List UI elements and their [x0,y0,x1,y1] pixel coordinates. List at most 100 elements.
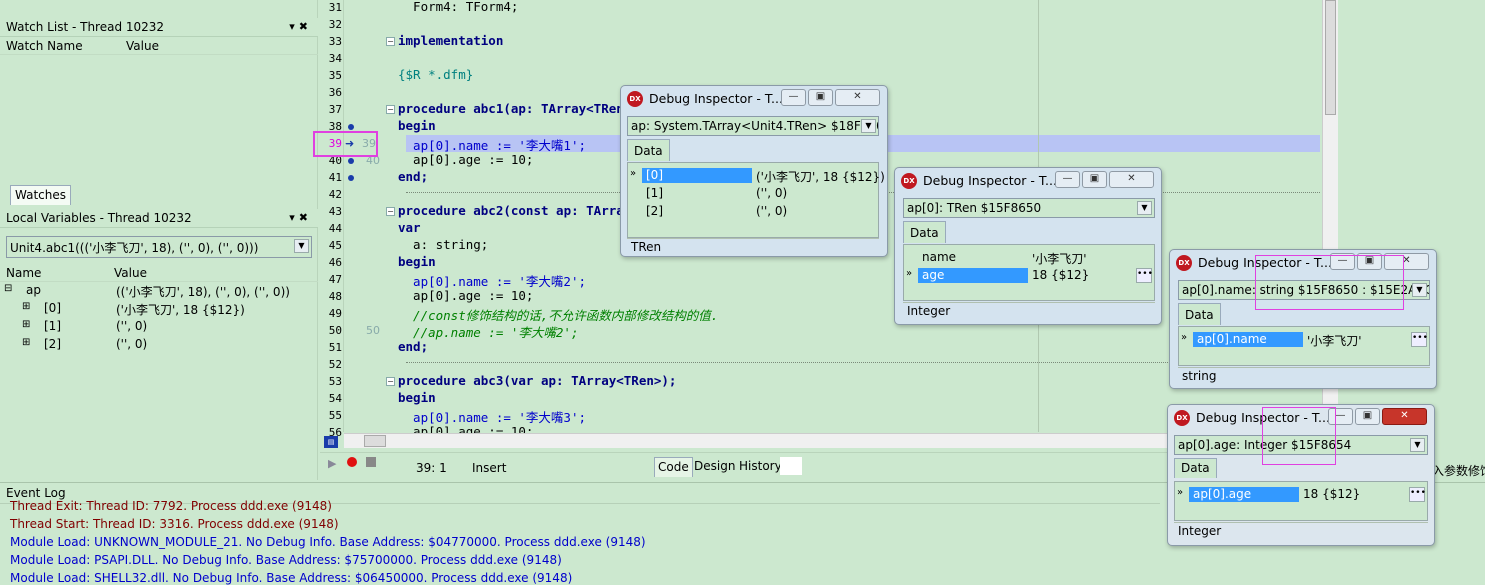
locals-row[interactable]: ⊟ ap (('小李飞刀', 18), ('', 0), ('', 0)) [0,282,318,300]
table-row[interactable]: » age 18 {$12} ••• [904,267,1154,284]
close-icon[interactable]: ▾✖ [289,211,312,224]
minimize-button[interactable]: — [1055,171,1080,188]
maximize-button[interactable]: ▣ [1082,171,1107,188]
breakpoint-dot-icon[interactable] [348,124,354,130]
locals-frame-select[interactable]: Unit4.abc1((('小李飞刀', 18), ('', 0), ('', … [6,236,312,258]
tab-data[interactable]: Data [1178,303,1221,325]
expand-icon[interactable]: ⊞ [22,337,30,348]
tab-data[interactable]: Data [627,139,670,161]
table-row[interactable]: » [0] ('小李飞刀', 18 {$12}) [628,167,885,184]
inspector-grid[interactable]: name '小李飞刀' » age 18 {$12} ••• [903,244,1155,301]
tab-data[interactable]: Data [903,221,946,243]
tab-design[interactable]: Design [694,459,735,473]
fold-toggle-icon[interactable]: − [386,377,395,386]
code-line[interactable]: begin [398,254,436,269]
fold-toggle-icon[interactable]: − [386,207,395,216]
row-key: [0] [642,168,752,183]
breakpoint-dot-icon[interactable] [348,175,354,181]
log-line: Module Load: PSAPI.DLL. No Debug Info. B… [10,553,562,567]
code-line[interactable]: end; [398,339,428,354]
collapse-icon[interactable]: ⊟ [4,283,12,294]
tab-code[interactable]: Code [654,457,693,477]
tab-data[interactable]: Data [1174,458,1217,478]
play-icon[interactable]: ▶ [328,457,336,470]
chevron-down-icon[interactable]: ▼ [1137,201,1152,215]
watch-col-header: Watch Name Value [0,38,318,55]
fold-toggle-icon[interactable]: − [386,37,395,46]
log-line: Thread Start: Thread ID: 3316. Process d… [10,517,339,531]
maximize-button[interactable]: ▣ [808,89,833,106]
locals-title-text: Local Variables - Thread 10232 [6,211,192,225]
locals-row[interactable]: ⊞ [2] ('', 0) [0,336,318,354]
table-row[interactable]: » ap[0].age 18 {$12} ••• [1175,486,1427,503]
ellipsis-button[interactable]: ••• [1136,268,1153,283]
chevron-down-icon[interactable]: ▼ [1410,438,1425,452]
locals-col-name[interactable]: Name [6,266,41,280]
locals-row[interactable]: ⊞ [1] ('', 0) [0,318,318,336]
record-icon[interactable] [347,457,357,467]
inspector-grid[interactable]: » [0] ('小李飞刀', 18 {$12}) [1] ('', 0) [2] (''… [627,162,885,238]
code-line[interactable]: begin [398,390,436,405]
inspector-grid[interactable]: » ap[0].name '小李飞刀' ••• [1178,326,1430,366]
code-line[interactable]: a: string; [398,237,488,252]
locals-row[interactable]: ⊞ [0] ('小李飞刀', 18 {$12}) [0,300,318,318]
expand-icon[interactable]: ⊞ [22,301,30,312]
inspector-titlebar[interactable]: DX Debug Inspector - T... — ▣ ✕ [895,168,1161,194]
code-line[interactable]: var [398,220,421,235]
maximize-button[interactable]: ▣ [1355,408,1380,425]
inspector-grid[interactable]: » ap[0].age 18 {$12} ••• [1174,481,1428,521]
ellipsis-button[interactable]: ••• [1409,487,1426,502]
line-number: 37 [328,103,342,116]
debug-inspector-1[interactable]: DX Debug Inspector - T... — ▣ ✕ ap: Syste… [620,85,888,257]
code-line[interactable]: ap[0].age := 10; [398,288,533,303]
code-line[interactable]: begin [398,118,436,133]
table-row[interactable]: name '小李飞刀' [904,249,1154,266]
ellipsis-button[interactable]: ••• [1411,332,1428,347]
row-value: ('', 0) [756,186,788,200]
tab-watches[interactable]: Watches [10,185,71,205]
stop-icon[interactable] [366,457,376,467]
code-line[interactable]: implementation [398,33,503,48]
code-line[interactable]: end; [398,169,428,184]
close-button[interactable]: ✕ [1109,171,1154,188]
line-number: 54 [328,392,342,405]
inspector-titlebar[interactable]: DX Debug Inspector - T... — ▣ ✕ [621,86,887,112]
pin-icon[interactable]: ▾✖ [289,20,312,33]
line-number: 49 [328,307,342,320]
close-button[interactable]: ✕ [835,89,880,106]
annotation-box [1262,407,1336,465]
inspector-combo[interactable]: ap: System.TArray<Unit4.TRen> $18F520 ▼ [627,116,879,136]
inspector-combo-text: ap: System.TArray<Unit4.TRen> $18F520 [631,119,879,133]
fold-toggle-icon[interactable]: − [386,105,395,114]
locals-col-value[interactable]: Value [114,266,147,280]
watch-col-name[interactable]: Watch Name [6,39,83,53]
code-line[interactable]: procedure abc3(var ap: TArray<TRen>); [398,373,676,388]
tab-area-blank [780,457,802,475]
code-line[interactable]: Form4: TForm4; [398,0,518,14]
line-number: 33 [328,35,342,48]
tab-history[interactable]: History [739,459,782,473]
row-indicator-icon: » [1181,332,1188,343]
breakpoint-dot-icon[interactable] [348,158,354,164]
line-number: 53 [328,375,342,388]
watch-col-value[interactable]: Value [126,39,159,53]
row-key: age [918,268,1028,283]
table-row[interactable]: [1] ('', 0) [628,185,878,202]
chevron-down-icon[interactable]: ▼ [294,239,309,253]
log-line: Module Load: SHELL32.dll. No Debug Info.… [10,571,573,585]
code-line[interactable]: ap[0].age := 10; [398,152,533,167]
code-line[interactable]: procedure abc1(ap: TArray<TRen>); [398,101,646,116]
expand-icon[interactable]: ⊞ [22,319,30,330]
locals-row-name: [1] [44,319,61,333]
minimize-button[interactable]: — [781,89,806,106]
line-number: 34 [328,52,342,65]
code-line[interactable]: {$R *.dfm} [398,67,473,82]
table-row[interactable]: » ap[0].name '小李飞刀' ••• [1179,331,1429,348]
line-number: 48 [328,290,342,303]
debug-inspector-2[interactable]: DX Debug Inspector - T... — ▣ ✕ ap[0]: TR… [894,167,1162,325]
table-row[interactable]: [2] ('', 0) [628,203,878,220]
inspector-combo[interactable]: ap[0]: TRen $15F8650 ▼ [903,198,1155,218]
chevron-down-icon[interactable]: ▼ [1412,283,1427,297]
close-button[interactable]: ✕ [1382,408,1427,425]
chevron-down-icon[interactable]: ▼ [861,119,876,133]
